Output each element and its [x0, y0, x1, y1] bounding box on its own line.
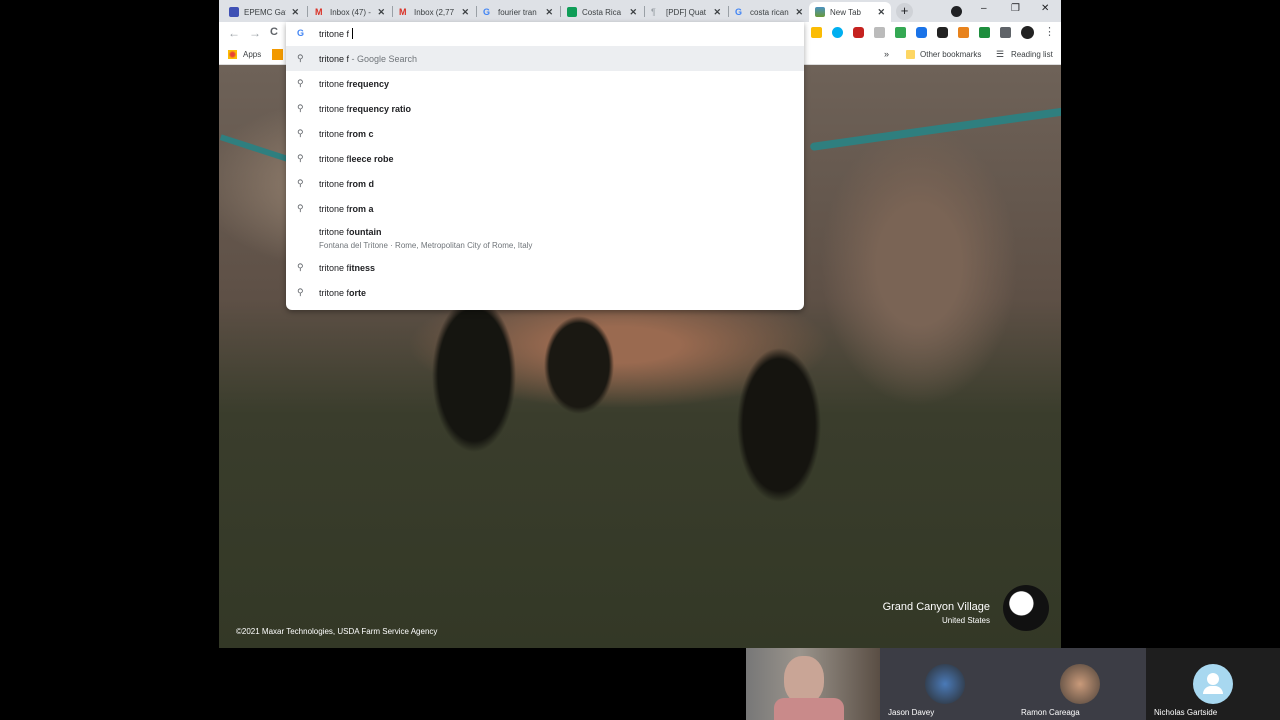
omnibox-input[interactable]: G tritone f [286, 22, 804, 45]
tab-new-tab[interactable]: New Tab ✕ [809, 2, 891, 22]
extension-icon[interactable] [895, 27, 906, 38]
close-tab-icon[interactable]: ✕ [795, 7, 803, 18]
reading-list-icon: ☰ [996, 49, 1005, 59]
omnibox-dropdown: G tritone f ⚲ tritone f - Google Search ⚲ t… [286, 22, 804, 310]
bitwarden-icon[interactable] [916, 27, 927, 38]
puzzle-icon[interactable] [1000, 27, 1011, 38]
tab-costa-rican[interactable]: Gcosta rican ✕ [729, 2, 809, 22]
close-tab-icon[interactable]: ✕ [877, 7, 885, 18]
search-icon: ⚲ [297, 103, 304, 113]
search-icon: ⚲ [297, 178, 304, 188]
page-icon: ¶ [651, 7, 656, 17]
participant-name: Ramon Careaga [1021, 708, 1080, 717]
river [219, 134, 289, 162]
metamask-icon[interactable] [958, 27, 969, 38]
gmail-icon: M [315, 7, 323, 17]
avatar-jason [925, 664, 965, 704]
reload-button[interactable]: C [270, 26, 278, 38]
search-icon: ⚲ [297, 287, 304, 297]
participant-shirt [774, 698, 844, 720]
profile-avatar[interactable] [1021, 26, 1034, 39]
cast-icon[interactable] [874, 27, 885, 38]
extension-icon[interactable] [979, 27, 990, 38]
restore-button[interactable]: ❐ [1011, 3, 1020, 14]
suggestion-item[interactable]: ⚲ tritone frequency [286, 71, 804, 96]
close-tab-icon[interactable]: ✕ [291, 7, 299, 18]
suggestion-item[interactable]: ⚲ tritone fitness [286, 255, 804, 280]
photo-credit[interactable]: ©2021 Maxar Technologies, USDA Farm Serv… [236, 627, 437, 636]
close-window-button[interactable]: ✕ [1041, 3, 1049, 14]
suggestion-item[interactable]: ⚲ tritone forte [286, 280, 804, 305]
suggestion-item[interactable]: ⚲ tritone fleece robe [286, 146, 804, 171]
extensions-bar: ⋮ [811, 26, 1055, 39]
search-icon: ⚲ [297, 53, 304, 63]
search-icon: ⚲ [297, 262, 304, 272]
new-tab-icon [815, 7, 825, 17]
close-tab-icon[interactable]: ✕ [713, 7, 721, 18]
google-icon: G [735, 7, 743, 17]
tab-epemc[interactable]: EPEMC Gat ✕ [223, 2, 305, 22]
sheets-icon [567, 7, 577, 17]
menu-button[interactable]: ⋮ [1044, 27, 1055, 39]
text-cursor [352, 28, 353, 39]
river [809, 106, 1061, 152]
google-icon: G [483, 7, 491, 17]
suggestion-item[interactable]: ⚲ tritone from d [286, 171, 804, 196]
bookmark-icon[interactable] [272, 49, 283, 60]
suggestion-item[interactable]: tritone fountain Fontana del Tritone · Ro… [286, 221, 804, 255]
close-tab-icon[interactable]: ✕ [377, 7, 385, 18]
extension-icon[interactable] [937, 27, 948, 38]
tab-strip: EPEMC Gat ✕ M Inbox (47) - ✕ M Inbox (2,77 ✕ … [219, 0, 1061, 22]
more-bookmarks-button[interactable]: » [884, 49, 889, 59]
close-tab-icon[interactable]: ✕ [629, 7, 637, 18]
google-icon: G [297, 28, 305, 38]
gmail-icon: M [399, 7, 407, 17]
tab-fourier[interactable]: Gfourier tran ✕ [477, 2, 559, 22]
tab-inbox-2[interactable]: M Inbox (2,77 ✕ [393, 2, 475, 22]
tab-search-icon[interactable] [951, 6, 962, 17]
globe-icon [1003, 585, 1049, 631]
close-tab-icon[interactable]: ✕ [461, 7, 469, 18]
reading-list[interactable]: Reading list [1011, 50, 1053, 59]
ublock-icon[interactable] [853, 27, 864, 38]
video-call-strip: Jason Davey Ramon Careaga Nicholas Garts… [746, 648, 1280, 720]
avatar-ramon [1060, 664, 1100, 704]
location-label[interactable]: Grand Canyon Village United States [883, 601, 990, 625]
search-icon: ⚲ [297, 153, 304, 163]
close-tab-icon[interactable]: ✕ [545, 7, 553, 18]
calendar-icon [229, 7, 239, 17]
participant-name: Nicholas Gartside [1154, 708, 1218, 717]
participants-tiles: Jason Davey Ramon Careaga [880, 648, 1146, 720]
search-icon: ⚲ [297, 128, 304, 138]
skype-icon[interactable] [832, 27, 843, 38]
search-icon: ⚲ [297, 78, 304, 88]
tab-pdf-quat[interactable]: ¶ [PDF] Quat ✕ [645, 2, 727, 22]
suggestion-item[interactable]: ⚲ tritone from c [286, 121, 804, 146]
suggestion-item[interactable]: ⚲ tritone frequency ratio [286, 96, 804, 121]
suggestion-item[interactable]: ⚲ tritone from a [286, 196, 804, 221]
apps-bookmark[interactable]: Apps [243, 50, 261, 59]
drive-icon[interactable] [811, 27, 822, 38]
other-bookmarks[interactable]: Other bookmarks [920, 50, 981, 59]
self-video-tile [746, 648, 880, 720]
participant-tile: Nicholas Gartside [1146, 648, 1280, 720]
search-icon: ⚲ [297, 203, 304, 213]
new-tab-button[interactable]: + [896, 3, 913, 20]
forward-button[interactable]: → [249, 26, 261, 40]
minimize-button[interactable]: – [981, 3, 987, 14]
suggestion-item[interactable]: ⚲ tritone f - Google Search [286, 46, 804, 71]
tab-inbox-1[interactable]: M Inbox (47) - ✕ [309, 2, 391, 22]
avatar-nicholas [1193, 664, 1233, 704]
participant-name: Jason Davey [888, 708, 935, 717]
apps-icon [228, 50, 237, 59]
back-button[interactable]: ← [228, 26, 240, 40]
folder-icon [906, 50, 915, 59]
tab-costa-rica-sheet[interactable]: Costa Rica ✕ [561, 2, 643, 22]
participant-face [784, 656, 824, 704]
